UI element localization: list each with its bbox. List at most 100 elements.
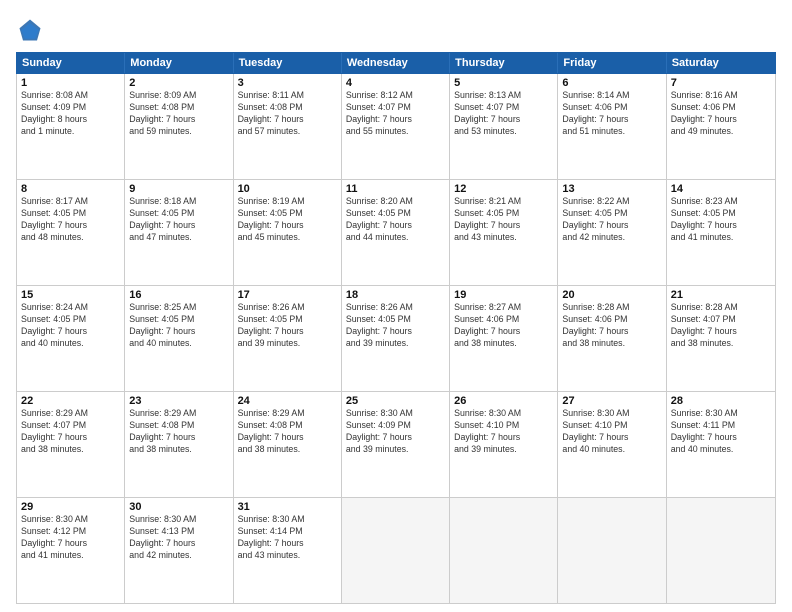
calendar-week-2: 8Sunrise: 8:17 AMSunset: 4:05 PMDaylight…: [17, 180, 775, 286]
logo-icon: [16, 16, 44, 44]
cell-info: Sunrise: 8:14 AMSunset: 4:06 PMDaylight:…: [562, 90, 661, 138]
calendar-cell: 5Sunrise: 8:13 AMSunset: 4:07 PMDaylight…: [450, 74, 558, 179]
calendar-cell: 11Sunrise: 8:20 AMSunset: 4:05 PMDayligh…: [342, 180, 450, 285]
day-number: 8: [21, 183, 120, 195]
cell-info: Sunrise: 8:30 AMSunset: 4:12 PMDaylight:…: [21, 514, 120, 562]
cell-info: Sunrise: 8:17 AMSunset: 4:05 PMDaylight:…: [21, 196, 120, 244]
day-number: 5: [454, 77, 553, 89]
cell-info: Sunrise: 8:22 AMSunset: 4:05 PMDaylight:…: [562, 196, 661, 244]
cell-info: Sunrise: 8:16 AMSunset: 4:06 PMDaylight:…: [671, 90, 771, 138]
calendar-header: SundayMondayTuesdayWednesdayThursdayFrid…: [16, 52, 776, 74]
cell-info: Sunrise: 8:30 AMSunset: 4:13 PMDaylight:…: [129, 514, 228, 562]
cell-info: Sunrise: 8:24 AMSunset: 4:05 PMDaylight:…: [21, 302, 120, 350]
cell-info: Sunrise: 8:12 AMSunset: 4:07 PMDaylight:…: [346, 90, 445, 138]
calendar-body: 1Sunrise: 8:08 AMSunset: 4:09 PMDaylight…: [16, 74, 776, 604]
cell-info: Sunrise: 8:28 AMSunset: 4:07 PMDaylight:…: [671, 302, 771, 350]
day-number: 25: [346, 395, 445, 407]
calendar-cell: 24Sunrise: 8:29 AMSunset: 4:08 PMDayligh…: [234, 392, 342, 497]
day-number: 23: [129, 395, 228, 407]
calendar-cell: 1Sunrise: 8:08 AMSunset: 4:09 PMDaylight…: [17, 74, 125, 179]
day-number: 10: [238, 183, 337, 195]
day-number: 29: [21, 501, 120, 513]
calendar: SundayMondayTuesdayWednesdayThursdayFrid…: [16, 52, 776, 604]
calendar-cell: 29Sunrise: 8:30 AMSunset: 4:12 PMDayligh…: [17, 498, 125, 603]
cell-info: Sunrise: 8:09 AMSunset: 4:08 PMDaylight:…: [129, 90, 228, 138]
cell-info: Sunrise: 8:29 AMSunset: 4:07 PMDaylight:…: [21, 408, 120, 456]
header: [16, 16, 776, 44]
cell-info: Sunrise: 8:08 AMSunset: 4:09 PMDaylight:…: [21, 90, 120, 138]
header-day-sunday: Sunday: [17, 53, 125, 73]
header-day-monday: Monday: [125, 53, 233, 73]
day-number: 16: [129, 289, 228, 301]
day-number: 6: [562, 77, 661, 89]
calendar-week-1: 1Sunrise: 8:08 AMSunset: 4:09 PMDaylight…: [17, 74, 775, 180]
cell-info: Sunrise: 8:19 AMSunset: 4:05 PMDaylight:…: [238, 196, 337, 244]
cell-info: Sunrise: 8:13 AMSunset: 4:07 PMDaylight:…: [454, 90, 553, 138]
calendar-cell: 15Sunrise: 8:24 AMSunset: 4:05 PMDayligh…: [17, 286, 125, 391]
calendar-cell: [667, 498, 775, 603]
calendar-cell: 9Sunrise: 8:18 AMSunset: 4:05 PMDaylight…: [125, 180, 233, 285]
day-number: 24: [238, 395, 337, 407]
calendar-week-3: 15Sunrise: 8:24 AMSunset: 4:05 PMDayligh…: [17, 286, 775, 392]
day-number: 26: [454, 395, 553, 407]
calendar-cell: 6Sunrise: 8:14 AMSunset: 4:06 PMDaylight…: [558, 74, 666, 179]
calendar-cell: 3Sunrise: 8:11 AMSunset: 4:08 PMDaylight…: [234, 74, 342, 179]
day-number: 4: [346, 77, 445, 89]
cell-info: Sunrise: 8:27 AMSunset: 4:06 PMDaylight:…: [454, 302, 553, 350]
cell-info: Sunrise: 8:21 AMSunset: 4:05 PMDaylight:…: [454, 196, 553, 244]
cell-info: Sunrise: 8:30 AMSunset: 4:09 PMDaylight:…: [346, 408, 445, 456]
calendar-cell: 23Sunrise: 8:29 AMSunset: 4:08 PMDayligh…: [125, 392, 233, 497]
calendar-week-5: 29Sunrise: 8:30 AMSunset: 4:12 PMDayligh…: [17, 498, 775, 603]
calendar-cell: [450, 498, 558, 603]
header-day-saturday: Saturday: [667, 53, 775, 73]
day-number: 21: [671, 289, 771, 301]
calendar-cell: 10Sunrise: 8:19 AMSunset: 4:05 PMDayligh…: [234, 180, 342, 285]
calendar-cell: 21Sunrise: 8:28 AMSunset: 4:07 PMDayligh…: [667, 286, 775, 391]
day-number: 14: [671, 183, 771, 195]
day-number: 2: [129, 77, 228, 89]
calendar-cell: 13Sunrise: 8:22 AMSunset: 4:05 PMDayligh…: [558, 180, 666, 285]
calendar-cell: 17Sunrise: 8:26 AMSunset: 4:05 PMDayligh…: [234, 286, 342, 391]
cell-info: Sunrise: 8:18 AMSunset: 4:05 PMDaylight:…: [129, 196, 228, 244]
calendar-cell: 16Sunrise: 8:25 AMSunset: 4:05 PMDayligh…: [125, 286, 233, 391]
header-day-tuesday: Tuesday: [234, 53, 342, 73]
day-number: 20: [562, 289, 661, 301]
logo: [16, 16, 48, 44]
calendar-cell: 19Sunrise: 8:27 AMSunset: 4:06 PMDayligh…: [450, 286, 558, 391]
cell-info: Sunrise: 8:30 AMSunset: 4:11 PMDaylight:…: [671, 408, 771, 456]
day-number: 27: [562, 395, 661, 407]
calendar-cell: 28Sunrise: 8:30 AMSunset: 4:11 PMDayligh…: [667, 392, 775, 497]
calendar-cell: [342, 498, 450, 603]
cell-info: Sunrise: 8:26 AMSunset: 4:05 PMDaylight:…: [238, 302, 337, 350]
cell-info: Sunrise: 8:11 AMSunset: 4:08 PMDaylight:…: [238, 90, 337, 138]
calendar-cell: 26Sunrise: 8:30 AMSunset: 4:10 PMDayligh…: [450, 392, 558, 497]
cell-info: Sunrise: 8:30 AMSunset: 4:14 PMDaylight:…: [238, 514, 337, 562]
calendar-cell: [558, 498, 666, 603]
calendar-cell: 25Sunrise: 8:30 AMSunset: 4:09 PMDayligh…: [342, 392, 450, 497]
calendar-cell: 31Sunrise: 8:30 AMSunset: 4:14 PMDayligh…: [234, 498, 342, 603]
cell-info: Sunrise: 8:28 AMSunset: 4:06 PMDaylight:…: [562, 302, 661, 350]
day-number: 3: [238, 77, 337, 89]
calendar-week-4: 22Sunrise: 8:29 AMSunset: 4:07 PMDayligh…: [17, 392, 775, 498]
day-number: 13: [562, 183, 661, 195]
calendar-cell: 14Sunrise: 8:23 AMSunset: 4:05 PMDayligh…: [667, 180, 775, 285]
day-number: 1: [21, 77, 120, 89]
day-number: 15: [21, 289, 120, 301]
cell-info: Sunrise: 8:30 AMSunset: 4:10 PMDaylight:…: [454, 408, 553, 456]
cell-info: Sunrise: 8:20 AMSunset: 4:05 PMDaylight:…: [346, 196, 445, 244]
header-day-thursday: Thursday: [450, 53, 558, 73]
calendar-cell: 18Sunrise: 8:26 AMSunset: 4:05 PMDayligh…: [342, 286, 450, 391]
cell-info: Sunrise: 8:25 AMSunset: 4:05 PMDaylight:…: [129, 302, 228, 350]
cell-info: Sunrise: 8:26 AMSunset: 4:05 PMDaylight:…: [346, 302, 445, 350]
day-number: 12: [454, 183, 553, 195]
cell-info: Sunrise: 8:30 AMSunset: 4:10 PMDaylight:…: [562, 408, 661, 456]
day-number: 28: [671, 395, 771, 407]
calendar-cell: 4Sunrise: 8:12 AMSunset: 4:07 PMDaylight…: [342, 74, 450, 179]
day-number: 19: [454, 289, 553, 301]
day-number: 30: [129, 501, 228, 513]
cell-info: Sunrise: 8:29 AMSunset: 4:08 PMDaylight:…: [238, 408, 337, 456]
day-number: 22: [21, 395, 120, 407]
day-number: 18: [346, 289, 445, 301]
day-number: 17: [238, 289, 337, 301]
day-number: 31: [238, 501, 337, 513]
